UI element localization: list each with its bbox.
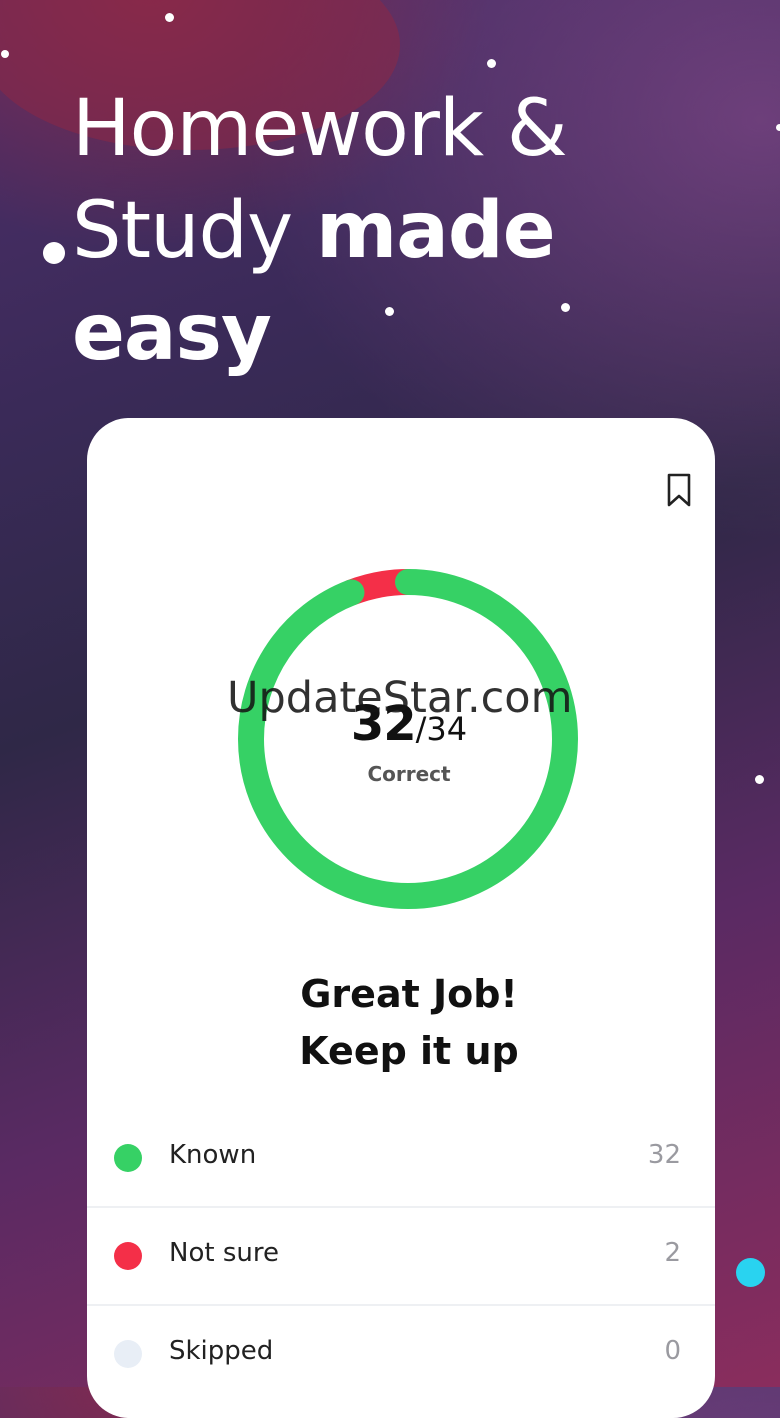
legend-label: Known: [169, 1140, 257, 1170]
headline-line-3: easy: [72, 288, 272, 378]
star-dot: [165, 13, 174, 22]
score-readout: 32/34: [87, 696, 715, 752]
legend-count: 0: [664, 1336, 681, 1366]
legend-row-known[interactable]: Known 32: [87, 1110, 715, 1208]
accent-dot: [736, 1258, 765, 1287]
star-dot: [1, 50, 9, 58]
score-label: Correct: [367, 762, 451, 786]
headline-line-2: Study made: [72, 180, 692, 282]
bookmark-icon[interactable]: [665, 472, 693, 508]
results-card: 32/34 Correct UpdateStar.com Great Job! …: [87, 418, 715, 1418]
results-legend: Known 32 Not sure 2 Skipped 0: [87, 1110, 715, 1402]
known-dot: [114, 1144, 142, 1172]
headline-study: Study: [72, 186, 316, 276]
star-dot: [43, 242, 65, 264]
congrats-message: Great Job! Keep it up: [87, 966, 715, 1080]
headline: Homework & Study made easy: [72, 78, 692, 384]
skipped-dot: [114, 1340, 142, 1368]
legend-row-skipped[interactable]: Skipped 0: [87, 1306, 715, 1402]
message-line-2: Keep it up: [299, 1029, 519, 1073]
star-dot: [487, 59, 496, 68]
legend-count: 2: [664, 1238, 681, 1268]
legend-label: Skipped: [169, 1336, 274, 1366]
score-total: /34: [415, 710, 468, 748]
headline-line-1: Homework &: [72, 84, 568, 174]
headline-made: made: [316, 186, 556, 276]
star-dot: [755, 775, 764, 784]
message-line-1: Great Job!: [300, 972, 518, 1016]
score-correct: 32: [350, 696, 417, 752]
legend-row-not-sure[interactable]: Not sure 2: [87, 1208, 715, 1306]
legend-count: 32: [647, 1140, 681, 1170]
not-sure-dot: [114, 1242, 142, 1270]
legend-label: Not sure: [169, 1238, 279, 1268]
star-dot: [776, 124, 780, 131]
